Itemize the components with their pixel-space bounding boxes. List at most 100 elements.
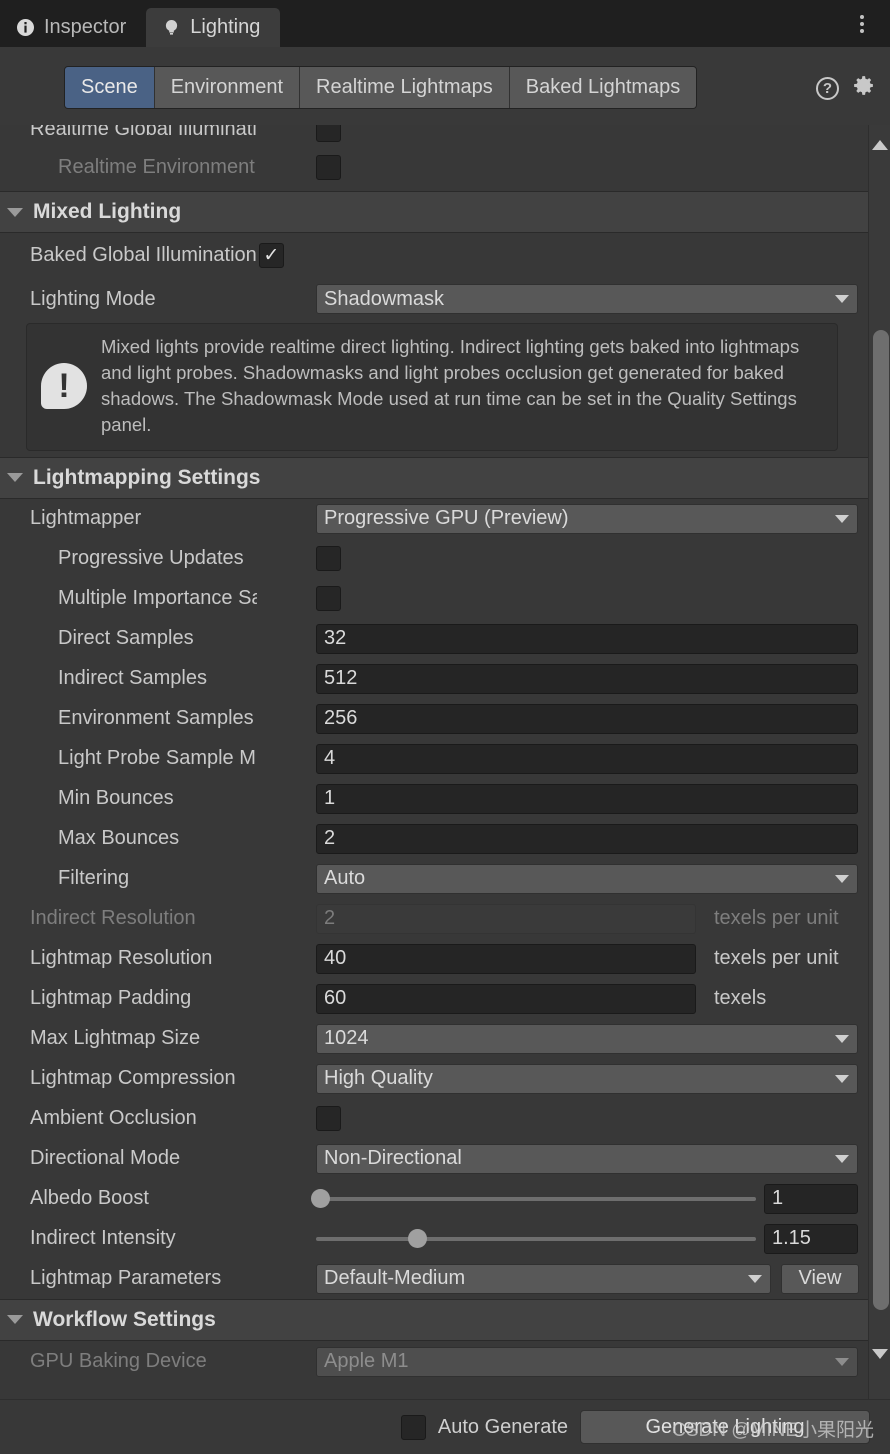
row-light-probe-sample-mu[interactable]: Light Probe Sample Mu 4 xyxy=(0,739,868,779)
row-lightmapper[interactable]: Lightmapper Progressive GPU (Preview) xyxy=(0,499,868,539)
vertical-scrollbar[interactable] xyxy=(868,125,890,1399)
lighting-settings-scroll-area[interactable]: Realtime Global Illuminati Realtime Envi… xyxy=(0,125,868,1399)
generate-lighting-button[interactable]: Generate Lighting xyxy=(580,1410,870,1444)
toolbar-icons: ? xyxy=(816,73,876,103)
row-gpu-baking-device[interactable]: GPU Baking Device Apple M1 xyxy=(0,1341,868,1383)
warning-icon: ! xyxy=(41,362,87,409)
label-albedo-boost: Albedo Boost xyxy=(30,1187,149,1210)
view-lightmap-parameters-button[interactable]: View xyxy=(781,1263,859,1294)
tab-scene[interactable]: Scene xyxy=(65,67,155,108)
row-realtime-environment[interactable]: Realtime Environment xyxy=(0,147,868,187)
checkbox-realtime-environment[interactable] xyxy=(316,154,341,180)
slider-albedo-boost[interactable] xyxy=(311,1188,756,1208)
checkbox-ambient-occlusion[interactable] xyxy=(316,1106,341,1132)
row-lighting-mode[interactable]: Lighting Mode Shadowmask xyxy=(0,278,868,320)
checkbox-baked-global-illumination[interactable]: ✓ xyxy=(258,243,284,268)
lightbulb-icon xyxy=(162,18,181,37)
tab-lighting[interactable]: Lighting xyxy=(146,8,281,47)
row-max-bounces[interactable]: Max Bounces 2 xyxy=(0,819,868,859)
dropdown-max-lightmap-size[interactable]: 1024 xyxy=(316,1023,858,1054)
row-max-lightmap-size[interactable]: Max Lightmap Size 1024 xyxy=(0,1019,868,1059)
dropdown-lightmap-parameters[interactable]: Default-Medium xyxy=(316,1263,771,1294)
row-multiple-importance-sa[interactable]: Multiple Importance Sa xyxy=(0,579,868,619)
input-indirect-intensity[interactable]: 1.15 xyxy=(764,1223,858,1254)
label-lightmap-parameters: Lightmap Parameters xyxy=(30,1267,222,1290)
slider-handle[interactable] xyxy=(408,1228,428,1248)
section-title-lightmapping-settings: Lightmapping Settings xyxy=(33,465,261,489)
input-albedo-boost[interactable]: 1 xyxy=(764,1183,858,1214)
tab-inspector[interactable]: Inspector xyxy=(0,8,146,47)
label-multiple-importance-sa: Multiple Importance Sa xyxy=(58,587,257,610)
input-lightmap-resolution[interactable]: 40 xyxy=(316,943,696,974)
row-realtime-global-illumination[interactable]: Realtime Global Illuminati xyxy=(0,125,868,147)
chevron-down-icon xyxy=(835,514,849,523)
gear-icon[interactable] xyxy=(851,73,876,103)
slider-handle[interactable] xyxy=(311,1188,331,1208)
row-environment-samples[interactable]: Environment Samples 256 xyxy=(0,699,868,739)
scrollbar-thumb[interactable] xyxy=(873,330,889,1310)
section-title-workflow-settings: Workflow Settings xyxy=(33,1307,216,1331)
tab-baked-lightmaps[interactable]: Baked Lightmaps xyxy=(509,67,697,108)
input-indirect-samples[interactable]: 512 xyxy=(316,663,858,694)
row-indirect-samples[interactable]: Indirect Samples 512 xyxy=(0,659,868,699)
input-lightmap-padding[interactable]: 60 xyxy=(316,983,696,1014)
dropdown-filtering[interactable]: Auto xyxy=(316,863,858,894)
row-ambient-occlusion[interactable]: Ambient Occlusion xyxy=(0,1099,868,1139)
window-tab-strip: Inspector Lighting xyxy=(0,0,890,47)
row-progressive-updates[interactable]: Progressive Updates xyxy=(0,539,868,579)
section-lightmapping-settings[interactable]: Lightmapping Settings xyxy=(0,456,868,499)
chevron-down-icon xyxy=(835,874,849,883)
scroll-down-arrow-icon[interactable] xyxy=(872,1349,888,1359)
row-indirect-resolution[interactable]: Indirect Resolution 2 texels per unit xyxy=(0,899,868,939)
help-icon[interactable]: ? xyxy=(816,76,839,100)
dropdown-lightmapper[interactable]: Progressive GPU (Preview) xyxy=(316,503,858,534)
caret-down-icon xyxy=(7,473,23,483)
label-lightmap-compression: Lightmap Compression xyxy=(30,1067,236,1090)
label-ambient-occlusion: Ambient Occlusion xyxy=(30,1107,197,1130)
row-min-bounces[interactable]: Min Bounces 1 xyxy=(0,779,868,819)
kebab-menu-icon[interactable] xyxy=(850,10,874,38)
chevron-down-icon xyxy=(835,1154,849,1163)
checkbox-progressive-updates[interactable] xyxy=(316,546,341,572)
input-light-probe-sample-mu[interactable]: 4 xyxy=(316,743,858,774)
section-title-mixed-lighting: Mixed Lighting xyxy=(33,200,182,223)
checkbox-multiple-importance-sa[interactable] xyxy=(316,586,341,612)
label-environment-samples: Environment Samples xyxy=(58,707,254,730)
unit-indirect-resolution: texels per unit xyxy=(714,907,839,930)
row-lightmap-parameters[interactable]: Lightmap Parameters Default-Medium View xyxy=(0,1259,868,1299)
input-indirect-resolution[interactable]: 2 xyxy=(316,903,696,934)
row-filtering[interactable]: Filtering Auto xyxy=(0,859,868,899)
dropdown-directional-mode[interactable]: Non-Directional xyxy=(316,1143,858,1174)
input-max-bounces[interactable]: 2 xyxy=(316,823,858,854)
dropdown-lightmap-compression[interactable]: High Quality xyxy=(316,1063,858,1094)
checkbox-realtime-global-illumination[interactable] xyxy=(316,125,341,142)
section-mixed-lighting[interactable]: Mixed Lighting xyxy=(0,191,868,233)
row-albedo-boost[interactable]: Albedo Boost 1 xyxy=(0,1179,868,1219)
row-directional-mode[interactable]: Directional Mode Non-Directional xyxy=(0,1139,868,1179)
section-workflow-settings[interactable]: Workflow Settings xyxy=(0,1298,868,1341)
row-baked-global-illumination[interactable]: Baked Global Illumination ✓ xyxy=(0,233,868,278)
slider-track xyxy=(311,1188,756,1208)
label-direct-samples: Direct Samples xyxy=(58,627,194,650)
label-baked-global-illumination: Baked Global Illumination xyxy=(30,244,257,266)
scroll-up-arrow-icon[interactable] xyxy=(872,140,888,150)
clipped-rows: Realtime Global Illuminati Realtime Envi… xyxy=(0,125,868,191)
tab-realtime-lightmaps[interactable]: Realtime Lightmaps xyxy=(300,67,510,108)
checkbox-auto-generate[interactable] xyxy=(400,1414,426,1440)
row-indirect-intensity[interactable]: Indirect Intensity 1.15 xyxy=(0,1219,868,1259)
label-indirect-samples: Indirect Samples xyxy=(58,667,207,690)
slider-indirect-intensity[interactable] xyxy=(316,1228,756,1248)
dropdown-gpu-baking-device[interactable]: Apple M1 xyxy=(316,1346,858,1377)
dropdown-lighting-mode[interactable]: Shadowmask xyxy=(316,284,858,314)
label-progressive-updates: Progressive Updates xyxy=(58,547,244,570)
tab-environment[interactable]: Environment xyxy=(154,67,300,108)
row-lightmap-padding[interactable]: Lightmap Padding 60 texels xyxy=(0,979,868,1019)
row-lightmap-compression[interactable]: Lightmap Compression High Quality xyxy=(0,1059,868,1099)
label-realtime-global-illumination: Realtime Global Illuminati xyxy=(30,125,257,140)
label-max-bounces: Max Bounces xyxy=(58,827,180,850)
input-min-bounces[interactable]: 1 xyxy=(316,783,858,814)
input-direct-samples[interactable]: 32 xyxy=(316,623,858,654)
input-environment-samples[interactable]: 256 xyxy=(316,703,858,734)
row-direct-samples[interactable]: Direct Samples 32 xyxy=(0,619,868,659)
row-lightmap-resolution[interactable]: Lightmap Resolution 40 texels per unit xyxy=(0,939,868,979)
